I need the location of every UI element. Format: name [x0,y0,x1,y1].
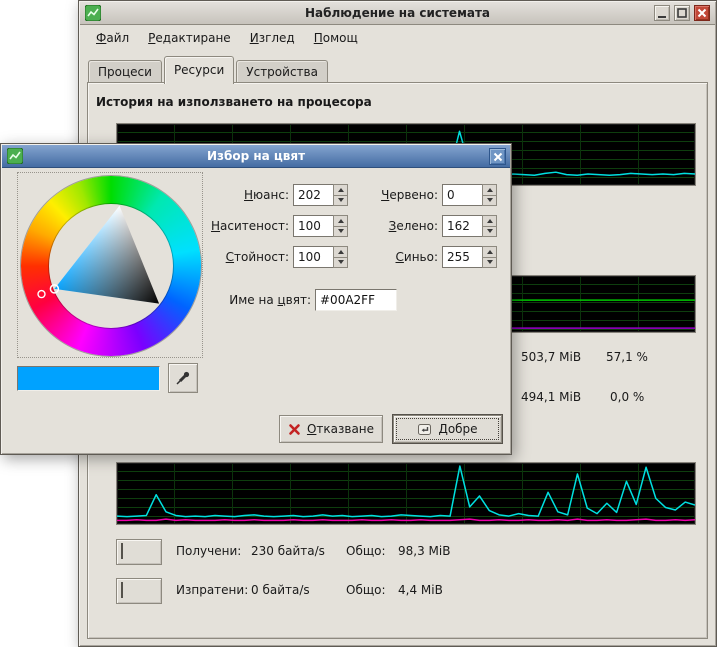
red-field-row: Червено: 0 [356,184,497,206]
blue-value[interactable]: 255 [442,246,482,268]
maximize-button[interactable] [674,5,690,21]
saturation-spin-down[interactable] [333,227,348,238]
red-spin-down[interactable] [482,196,497,207]
red-spinbutton[interactable]: 0 [442,184,497,206]
hsv-triangle[interactable] [18,173,204,359]
menu-edit[interactable]: Редактиране [139,27,240,49]
tabbar: Процеси Ресурси Устройства [88,55,330,83]
sent-rate: 0 байта/s [251,583,310,597]
tab-processes[interactable]: Процеси [88,60,162,83]
received-color-button[interactable] [116,539,162,565]
main-titlebar[interactable]: Наблюдение на системата [80,2,715,25]
received-total: 98,3 MiB [398,544,450,558]
hue-value[interactable]: 202 [293,184,333,206]
hue-spinbutton[interactable]: 202 [293,184,348,206]
sent-label: Изпратени: [176,583,248,597]
value-spin-down[interactable] [333,258,348,269]
dialog-titlebar[interactable]: Избор на цвят [2,145,510,168]
tab-resources[interactable]: Ресурси [164,56,234,84]
value-label: Стойност: [181,246,293,268]
saturation-spin-up[interactable] [333,215,348,227]
red-spin-up[interactable] [482,184,497,196]
dialog-title: Избор на цвят [2,149,510,163]
received-rate: 230 байта/s [251,544,325,558]
green-spin-up[interactable] [482,215,497,227]
received-label: Получени: [176,544,241,558]
swap-used-value: 494,1 MiB [521,390,581,404]
received-color-swatch [121,543,123,559]
sent-total-label: Общо: [346,583,386,597]
hue-label: Нюанс: [181,184,293,206]
red-label: Червено: [356,184,442,206]
green-spin-down[interactable] [482,227,497,238]
tab-devices[interactable]: Устройства [236,60,328,83]
blue-field-row: Синьо: 255 [356,246,497,268]
green-label: Зелено: [356,215,442,237]
saturation-label: Наситеност: [181,215,293,237]
color-preview [17,366,160,391]
memory-used-percent: 57,1 % [606,350,648,364]
eyedropper-button[interactable] [168,363,198,393]
cancel-x-icon [288,423,301,436]
window-title: Наблюдение на системата [80,6,715,20]
saturation-value[interactable]: 100 [293,215,333,237]
value-value[interactable]: 100 [293,246,333,268]
saturation-spinbutton[interactable]: 100 [293,215,348,237]
green-value[interactable]: 162 [442,215,482,237]
value-spinbutton[interactable]: 100 [293,246,348,268]
color-name-input[interactable] [315,289,397,311]
eyedropper-icon [175,370,191,386]
blue-spin-up[interactable] [482,246,497,258]
memory-used-value: 503,7 MiB [521,350,581,364]
hue-ring-marker [38,291,45,298]
green-spinbutton[interactable]: 162 [442,215,497,237]
menu-file[interactable]: Файл [87,27,138,49]
menu-help[interactable]: Помощ [305,27,367,49]
color-picker-dialog: Избор на цвят [0,143,512,455]
received-total-label: Общо: [346,544,386,558]
ok-enter-key-icon [417,422,432,437]
cpu-history-heading: История на използването на процесора [96,95,372,109]
sent-total: 4,4 MiB [398,583,443,597]
value-field-row: Стойност: 100 [181,246,348,268]
menubar: Файл Редактиране Изглед Помощ [80,25,715,51]
dialog-icon [7,148,23,164]
swap-used-percent: 0,0 % [610,390,644,404]
system-monitor-icon [85,5,101,21]
blue-spinbutton[interactable]: 255 [442,246,497,268]
ok-button[interactable]: Добре [393,415,502,443]
saturation-field-row: Наситеност: 100 [181,215,348,237]
color-wheel[interactable] [17,172,203,358]
sent-color-swatch [121,582,123,598]
red-value[interactable]: 0 [442,184,482,206]
ok-button-label: Добре [438,422,477,436]
minimize-button[interactable] [654,5,670,21]
network-history-chart [116,462,696,525]
green-field-row: Зелено: 162 [356,215,497,237]
blue-spin-down[interactable] [482,258,497,269]
cancel-button-label: Отказване [307,422,374,436]
menu-view[interactable]: Изглед [241,27,304,49]
color-name-row: Име на цвят: [201,289,397,311]
close-button[interactable] [694,5,710,21]
blue-label: Синьо: [356,246,442,268]
value-spin-up[interactable] [333,246,348,258]
dialog-close-button[interactable] [489,148,506,165]
sent-color-button[interactable] [116,578,162,604]
cancel-button[interactable]: Отказване [279,415,383,443]
color-name-label: Име на цвят: [201,289,315,311]
hue-spin-down[interactable] [333,196,348,207]
hue-field-row: Нюанс: 202 [181,184,348,206]
hue-spin-up[interactable] [333,184,348,196]
